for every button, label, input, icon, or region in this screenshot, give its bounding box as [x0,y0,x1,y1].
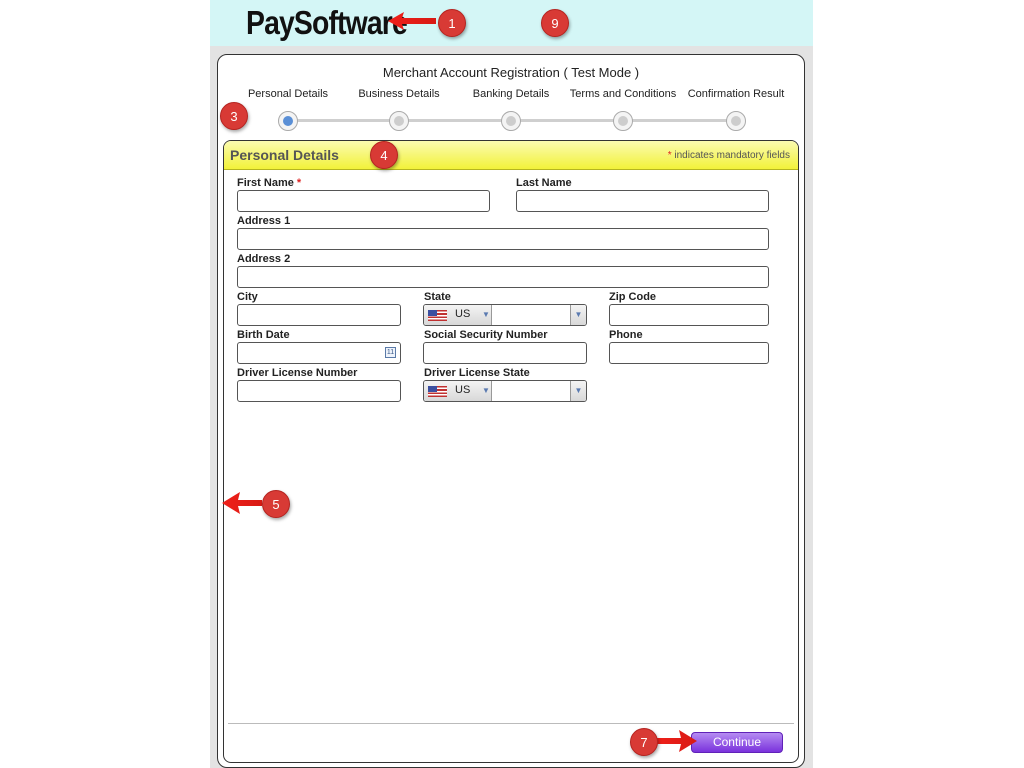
step-dot-banking-details[interactable] [501,111,521,131]
footer-divider [228,723,794,724]
last-name-field[interactable] [516,190,769,212]
step-dot-confirmation-result[interactable] [726,111,746,131]
step-dot-personal-details[interactable] [278,111,298,131]
panel-title: Personal Details [230,147,339,163]
dl-state-country-picker[interactable]: US ▼ [424,381,492,401]
header-banner: PaySoftware [210,0,813,46]
first-name-label-text: First Name [237,177,294,189]
continue-button[interactable]: Continue [691,732,783,753]
annotation-badge-9: 9 [541,9,569,37]
birth-date-label: Birth Date [237,329,290,341]
step-dot-terms-and-conditions[interactable] [613,111,633,131]
us-flag-icon [428,386,447,397]
dl-state-country-code: US [455,384,471,396]
driver-license-number-label: Driver License Number [237,367,358,379]
annotation-badge-3: 3 [220,102,248,130]
zip-code-field[interactable] [609,304,769,326]
address2-label: Address 2 [237,253,291,265]
mandatory-note-text: indicates mandatory fields [671,150,790,161]
step-label-terms-and-conditions: Terms and Conditions [569,88,677,100]
annotation-badge-5: 5 [262,490,290,518]
address2-field[interactable] [237,266,769,288]
chevron-down-icon: ▼ [482,310,490,319]
us-flag-icon [428,310,447,321]
zip-code-label: Zip Code [609,291,657,303]
state-select[interactable]: US ▼ ▼ [423,304,587,326]
annotation-badge-4: 4 [370,141,398,169]
annotation-badge-1: 1 [438,9,466,37]
first-name-label: First Name * [237,177,301,189]
address1-field[interactable] [237,228,769,250]
ssn-label: Social Security Number [424,329,548,341]
state-country-picker[interactable]: US ▼ [424,305,492,325]
mandatory-fields-note: * indicates mandatory fields [668,150,790,161]
driver-license-state-select[interactable]: US ▼ ▼ [423,380,587,402]
registration-title: Merchant Account Registration ( Test Mod… [382,65,640,80]
registration-card: Merchant Account Registration ( Test Mod… [217,54,805,768]
calendar-icon[interactable]: 11 [385,347,396,358]
page-canvas: PaySoftware Merchant Account Registratio… [210,0,813,768]
paysoftware-logo[interactable]: PaySoftware [246,3,408,43]
first-name-required-star: * [296,177,302,189]
phone-field[interactable] [609,342,769,364]
phone-label: Phone [609,329,643,341]
chevron-down-icon: ▼ [482,386,490,395]
state-country-code: US [455,308,471,320]
city-field[interactable] [237,304,401,326]
step-label-business-details: Business Details [358,88,440,100]
birth-date-field[interactable] [237,342,401,364]
state-label: State [424,291,451,303]
step-label-personal-details: Personal Details [247,88,329,100]
step-label-banking-details: Banking Details [472,88,550,100]
first-name-field[interactable] [237,190,490,212]
annotation-badge-7: 7 [630,728,658,756]
panel-header: Personal Details * indicates mandatory f… [224,141,798,170]
step-dot-business-details[interactable] [389,111,409,131]
city-label: City [237,291,258,303]
driver-license-state-label: Driver License State [424,367,530,379]
driver-license-number-field[interactable] [237,380,401,402]
address1-label: Address 1 [237,215,291,227]
step-label-confirmation-result: Confirmation Result [687,88,785,100]
ssn-field[interactable] [423,342,587,364]
state-dropdown-button[interactable]: ▼ [570,305,586,325]
last-name-label: Last Name [516,177,572,189]
personal-details-panel: Personal Details * indicates mandatory f… [223,140,799,763]
dl-state-dropdown-button[interactable]: ▼ [570,381,586,401]
